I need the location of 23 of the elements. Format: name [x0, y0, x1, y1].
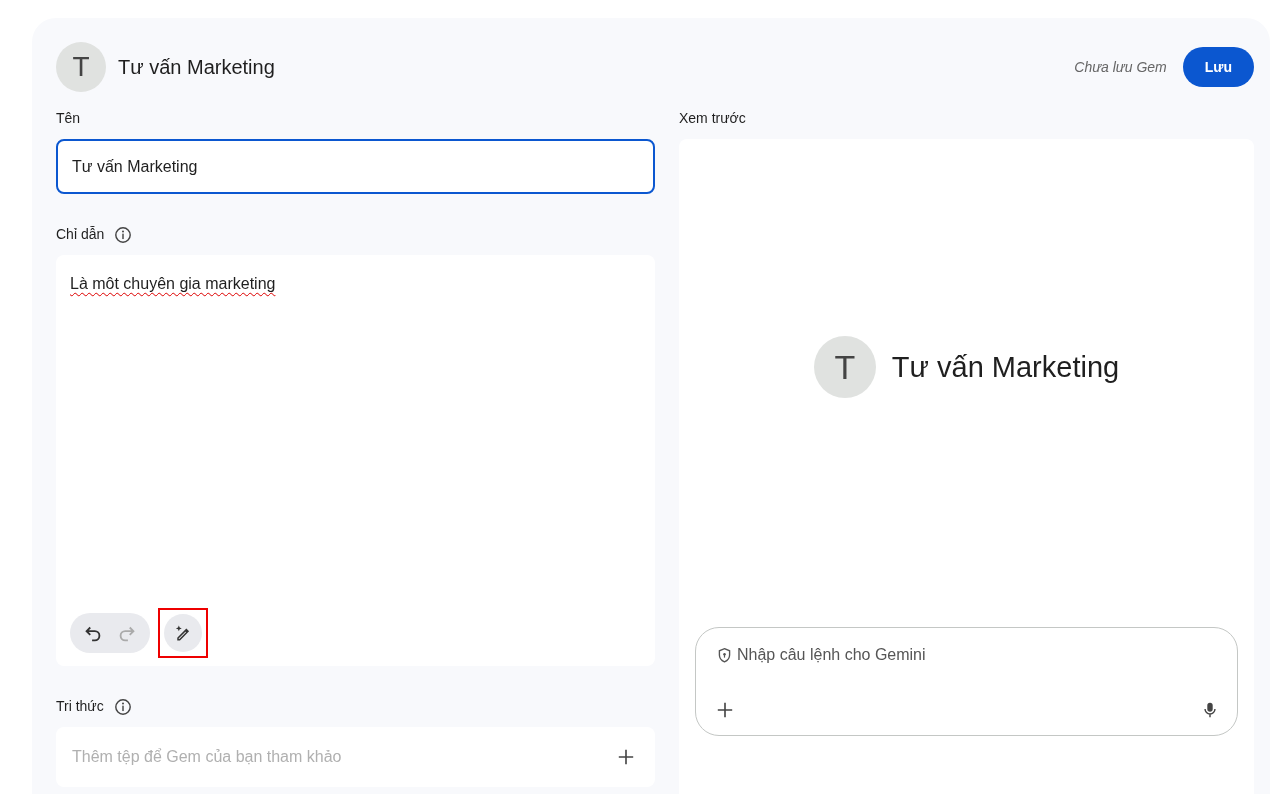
knowledge-placeholder: Thêm tệp để Gem của bạn tham khảo [72, 748, 342, 766]
microphone-icon[interactable] [1201, 701, 1219, 719]
save-button[interactable]: Lưu [1182, 47, 1254, 87]
instructions-text: Là môt chuyên gia marketing [70, 275, 277, 293]
add-icon[interactable] [716, 701, 734, 719]
preview-title: Tư vấn Marketing [891, 350, 1120, 384]
prompt-placeholder: Nhập câu lệnh cho Gemini [737, 646, 926, 664]
name-field[interactable]: Tư vấn Marketing [56, 139, 655, 194]
gem-title: Tư vấn Marketing [118, 55, 275, 79]
magic-edit-button[interactable] [164, 614, 202, 652]
instructions-field[interactable]: Là môt chuyên gia marketing [56, 255, 655, 666]
prompt-field[interactable]: Nhập câu lệnh cho Gemini [695, 627, 1238, 736]
save-status: Chưa lưu Gem [1074, 59, 1167, 75]
preview-label: Xem trước [679, 110, 747, 128]
info-icon[interactable] [113, 698, 132, 716]
add-icon[interactable] [617, 748, 635, 766]
avatar: T [813, 336, 876, 398]
name-label: Tên [56, 110, 82, 128]
knowledge-label: Tri thức [56, 698, 104, 716]
avatar: T [56, 42, 106, 92]
info-icon[interactable] [114, 226, 133, 244]
shield-icon [716, 646, 733, 664]
instructions-label: Chỉ dẫn [56, 226, 105, 244]
